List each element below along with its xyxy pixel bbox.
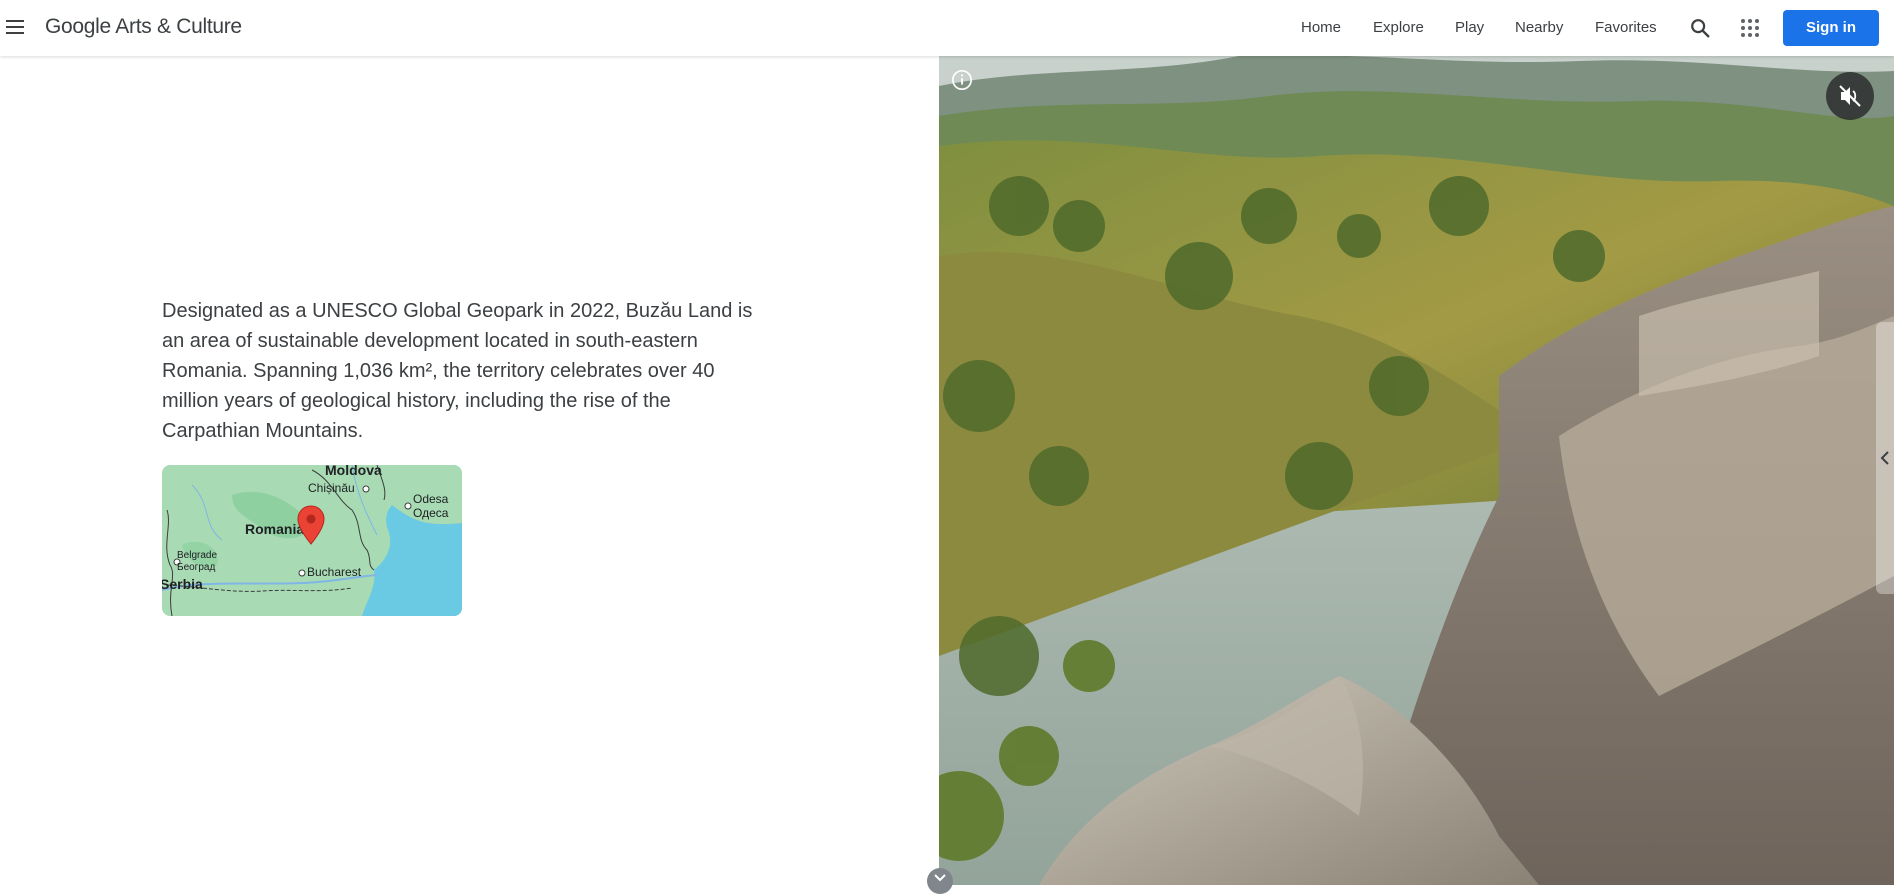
nav-explore[interactable]: Explore [1373,19,1424,36]
location-map[interactable]: Moldova Chișinău Odesa Одеса Romania Bel… [162,465,462,616]
map-label-serbia: Serbia [162,576,203,592]
map-label-romania: Romania [245,521,305,537]
map-label-chisinau: Chișinău [308,481,355,495]
nav-favorites[interactable]: Favorites [1595,19,1657,36]
sign-in-button[interactable]: Sign in [1783,10,1879,46]
map-label-belgrade-cyrillic: Београд [177,562,216,573]
google-arts-culture-logo[interactable]: Google Arts & Culture [45,15,242,39]
nav-play[interactable]: Play [1455,19,1484,36]
nav-home[interactable]: Home [1301,19,1341,36]
map-label-moldova: Moldova [325,465,382,478]
map-label-belgrade: Belgrade [177,550,218,561]
map-label-bucharest: Bucharest [307,565,362,579]
mute-button[interactable] [1826,72,1874,120]
chevron-down-icon [934,874,946,882]
story-description: Designated as a UNESCO Global Geopark in… [162,300,753,442]
search-icon[interactable] [1689,17,1711,39]
top-app-bar: Google Arts & Culture Home Explore Play … [0,0,1894,56]
hero-landscape-image [939,56,1894,885]
map-label-odesa: Odesa [413,492,449,506]
volume-off-icon [1839,85,1861,107]
nav-nearby[interactable]: Nearby [1515,19,1563,36]
apps-grid-icon[interactable] [1741,19,1759,37]
landscape-photo-graphic [939,56,1894,885]
map-label-odesa-cyrillic: Одеса [413,506,449,520]
scroll-down-button[interactable] [927,868,953,894]
menu-icon[interactable] [4,14,28,42]
info-icon[interactable] [951,69,973,91]
side-panel-tab[interactable] [1876,322,1894,594]
chevron-left-icon [1880,451,1889,465]
map-marker-icon [297,505,325,545]
